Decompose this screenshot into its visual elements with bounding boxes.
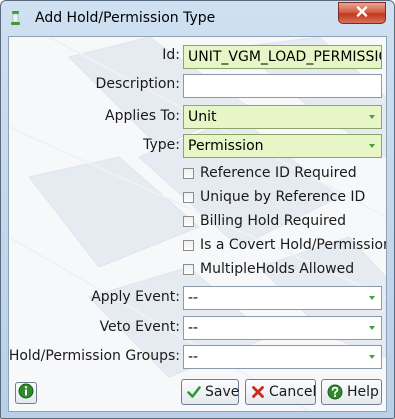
chevron-down-icon [369, 115, 375, 119]
groups-value: -- [188, 349, 199, 365]
description-label: Description: [95, 76, 180, 92]
description-field[interactable] [183, 74, 382, 98]
info-icon [18, 383, 34, 403]
description-row: Description: [9, 74, 386, 98]
checkbox-label: Reference ID Required [200, 165, 357, 181]
apply-event-select[interactable]: -- [183, 286, 382, 310]
lamp-icon [10, 10, 21, 26]
chevron-down-icon [369, 144, 375, 148]
groups-label: Hold/Permission Groups: [8, 348, 180, 364]
applies-to-label: Applies To: [105, 108, 180, 124]
applies-to-select[interactable]: Unit [183, 105, 382, 129]
x-icon [251, 384, 265, 400]
checkbox-label: Is a Covert Hold/Permission [200, 237, 387, 253]
chevron-down-icon [369, 296, 375, 300]
close-button[interactable] [338, 2, 386, 24]
id-label: Id: [162, 47, 180, 63]
checkbox-box[interactable] [183, 168, 194, 179]
checkmark-icon [187, 384, 201, 400]
applies-to-value: Unit [188, 109, 217, 125]
groups-row: Hold/Permission Groups: -- [9, 345, 386, 369]
type-value: Permission [188, 138, 264, 154]
veto-event-row: Veto Event: -- [9, 316, 386, 340]
question-icon [327, 384, 343, 400]
apply-event-value: -- [188, 290, 199, 306]
applies-to-row: Applies To: Unit [9, 105, 386, 129]
checkbox-label: MultipleHolds Allowed [200, 261, 355, 277]
checkbox-label: Billing Hold Required [200, 213, 347, 229]
apply-event-label: Apply Event: [91, 289, 180, 305]
checkbox-label: Unique by Reference ID [200, 189, 366, 205]
type-label: Type: [143, 137, 180, 153]
checkbox-box[interactable] [183, 240, 194, 251]
veto-event-label: Veto Event: [99, 319, 180, 335]
dialog-body: Id: UNIT_VGM_LOAD_PERMISSIO Description:… [8, 36, 387, 412]
info-button[interactable] [15, 382, 37, 404]
save-label: Save [205, 384, 240, 400]
cancel-button[interactable]: Cancel [245, 379, 316, 405]
veto-event-value: -- [188, 320, 199, 336]
id-field[interactable]: UNIT_VGM_LOAD_PERMISSIO [183, 45, 382, 69]
close-icon [356, 5, 368, 21]
groups-select[interactable]: -- [183, 345, 382, 369]
type-row: Type: Permission [9, 134, 386, 158]
veto-event-select[interactable]: -- [183, 316, 382, 340]
apply-event-row: Apply Event: -- [9, 286, 386, 310]
id-row: Id: UNIT_VGM_LOAD_PERMISSIO [9, 45, 386, 69]
cancel-label: Cancel [269, 384, 317, 400]
dialog-window: Add Hold/Permission Type Id: UNIT_VGM_LO… [0, 0, 395, 419]
title-bar: Add Hold/Permission Type [1, 1, 394, 35]
help-label: Help [347, 384, 379, 400]
help-button[interactable]: Help [321, 379, 382, 405]
type-select[interactable]: Permission [183, 134, 382, 158]
save-button[interactable]: Save [181, 379, 239, 405]
chevron-down-icon [369, 355, 375, 359]
checkbox-box[interactable] [183, 216, 194, 227]
chevron-down-icon [369, 326, 375, 330]
window-title: Add Hold/Permission Type [35, 10, 216, 26]
checkbox-box[interactable] [183, 192, 194, 203]
checkbox-box[interactable] [183, 264, 194, 275]
